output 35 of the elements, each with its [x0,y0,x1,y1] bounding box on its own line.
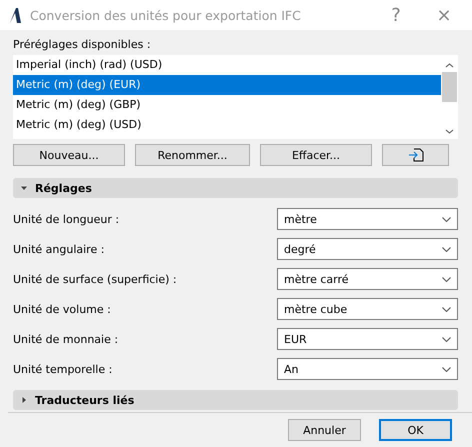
presets-label: Préréglages disponibles : [13,38,152,51]
import-button[interactable] [382,144,449,166]
field-label: Unité angulaire : [13,242,104,256]
field-label: Unité temporelle : [13,362,112,376]
preset-button[interactable]: Effacer... [260,144,372,166]
unit-dropdown[interactable]: mètre carré [277,268,458,290]
preset-button[interactable]: Renommer... [135,144,250,166]
caret-icon [21,397,27,403]
unit-dropdown[interactable]: mètre [277,208,458,230]
chevron-down-icon [442,276,451,282]
unit-dropdown[interactable]: An [277,358,458,380]
help-button[interactable]: ? [376,4,416,26]
field-label: Unité de monnaie : [13,332,118,346]
chevron-down-icon [442,216,451,222]
cancel-button[interactable]: Annuler [288,419,361,441]
section-header[interactable]: Réglages [13,178,458,198]
field-label: Unité de volume : [13,302,111,316]
preset-button[interactable]: Nouveau... [13,144,125,166]
ok-button[interactable]: OK [379,419,452,441]
window-title: Conversion des unités pour exportation IFC [30,8,302,22]
field-label: Unité de surface (superficie) : [13,272,177,286]
section-header[interactable]: Traducteurs liés [13,390,458,410]
preset-item[interactable]: Metric (m) (deg) (EUR) [13,75,441,95]
chevron-down-icon [442,366,451,372]
unit-dropdown[interactable]: degré [277,238,458,260]
file-import-icon [408,148,424,162]
close-button[interactable]: × [424,4,464,26]
chevron-down-icon [442,306,451,312]
app-logo-icon [8,7,22,23]
chevron-down-icon [442,246,451,252]
chevron-down-icon [442,336,451,342]
caret-icon [21,185,27,191]
unit-dropdown[interactable]: EUR [277,328,458,350]
unit-dropdown[interactable]: mètre cube [277,298,458,320]
field-label: Unité de longueur : [13,212,120,226]
